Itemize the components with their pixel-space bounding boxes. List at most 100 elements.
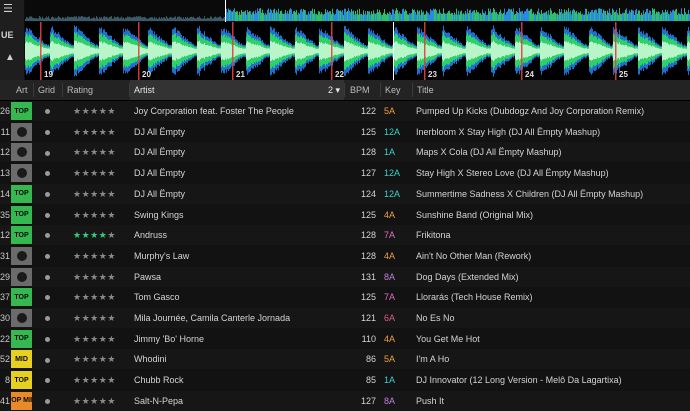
track-row[interactable]: 12 ★★★★★ DJ All Ëmpty 128 1A Maps X Cola (DJ … [0,142,690,163]
key-cell: 4A [384,209,396,220]
rating-stars[interactable]: ★★★★★ [73,287,128,307]
track-row[interactable]: 30 ★★★★★ Mila Journée, Camila Canterle Jor… [0,308,690,328]
bpm-cell: 128 [360,250,376,261]
album-art: TOP [11,288,32,307]
art-cell [11,267,32,286]
artist-cell: DJ All Ëmpty [134,126,186,137]
key-cell: 1A [384,375,396,386]
artist-cell: Swing Kings [134,209,184,220]
rating-stars[interactable]: ★★★★★ [73,122,128,142]
track-number: 26 [0,106,10,116]
bpm-cell: 125 [360,292,376,303]
rating-stars[interactable]: ★★★★★ [73,101,128,121]
track-row[interactable]: 11 ★★★★★ DJ All Ëmpty 125 12A Inerbloom X Sta… [0,121,690,142]
track-row[interactable]: 22 TOP ★★★★★ Jimmy 'Bo' Horne 110 4A You Get M… [0,328,690,349]
track-row[interactable]: 52 MID ★★★★★ Whodini 86 5A I'm A Ho [0,349,690,370]
art-cell [11,122,32,141]
grid-status-icon [42,349,52,369]
track-row[interactable]: 13 ★★★★★ DJ All Ëmpty 127 12A Stay High X Ste… [0,163,690,184]
artist-cell: Andruss [134,230,168,241]
track-number: 12 [0,230,10,241]
art-cell [11,246,32,265]
beat-marker-label: 25 [619,70,628,79]
bpm-cell: 124 [360,188,376,199]
key-cell: 7A [384,292,396,303]
track-row[interactable]: 12 TOP ★★★★★ Andruss 128 7A Frikitona [0,225,690,246]
rating-stars[interactable]: ★★★★★ [73,163,128,183]
track-row[interactable]: 8 TOP ★★★★★ Chubb Rock 85 1A DJ Innovator (12 … [0,370,690,391]
rating-stars[interactable]: ★★★★★ [73,246,128,266]
rating-stars[interactable]: ★★★★★ [73,391,128,411]
title-cell: Maps X Cola (DJ All Ëmpty Mashup) [416,147,562,158]
rating-stars[interactable]: ★★★★★ [73,184,128,204]
grid-status-icon [42,287,52,307]
track-row[interactable]: 41TOP MID ★★★★★ Salt-N-Pepa 127 8A Push It [0,390,690,411]
title-cell: Dog Days (Extended Mix) [416,271,519,282]
rating-stars[interactable]: ★★★★★ [73,370,128,390]
art-cell [11,309,32,327]
track-row[interactable]: 37 TOP ★★★★★ Tom Gasco 125 7A Llorarás (Tech H… [0,287,690,308]
track-number: 37 [0,292,10,303]
album-art-placeholder-icon [11,122,32,141]
track-number: 52 [0,354,10,365]
rating-stars[interactable]: ★★★★★ [73,225,128,245]
column-header-title[interactable]: Title [413,80,690,100]
track-row[interactable]: 26 TOP ★★★★★ Joy Corporation feat. Foster T… [0,101,690,121]
bpm-cell: 128 [360,230,376,241]
column-header-key[interactable]: Key [381,80,415,100]
artist-cell: Mila Journée, Camila Canterle Jornada [134,313,291,323]
rating-stars[interactable]: ★★★★★ [73,142,128,162]
track-number: 8 [4,375,10,386]
rating-stars[interactable]: ★★★★★ [73,329,128,349]
title-cell: Frikitona [416,230,451,241]
art-cell: TOP [11,102,32,120]
key-cell: 12A [384,168,401,179]
deck-menu-icon[interactable]: ☰ [3,2,27,15]
track-number: 14 [0,188,10,199]
album-art-placeholder-icon [11,246,32,265]
rating-stars[interactable]: ★★★★★ [73,349,128,369]
artist-cell: DJ All Ëmpty [134,147,186,158]
title-cell: Push It [416,395,445,406]
track-row[interactable]: 14 TOP ★★★★★ DJ All Ëmpty 124 12A Summertime S… [0,183,690,204]
column-header-artist[interactable]: Artist 2 ▾ [130,80,344,100]
art-cell: TOP [11,288,32,307]
track-browser-table: Art Grid Rating Artist 2 ▾ BPM Key Title… [0,80,690,411]
title-cell: Ain't No Other Man (Rework) [416,250,532,261]
main-waveform[interactable]: 19 20 21 22 23 24 25 [25,22,690,80]
grid-status-icon [42,267,52,287]
track-number: 12 [0,147,10,158]
rating-stars[interactable]: ★★★★★ [73,267,128,287]
artist-cell: DJ All Ëmpty [134,188,186,199]
grid-status-icon [42,329,52,349]
beat-marker-line [521,22,523,80]
bpm-cell: 125 [360,126,376,137]
beat-marker-line [615,22,617,80]
key-cell: 12A [384,188,401,199]
track-number: 22 [0,333,10,344]
column-header-bpm[interactable]: BPM [346,80,380,100]
album-art-placeholder-icon [11,143,32,162]
grid-status-icon [42,246,52,266]
track-overview-waveform[interactable] [25,0,690,22]
album-art: TOP MID [11,391,32,410]
title-cell: DJ Innovator (12 Long Version - Melô Da … [416,375,622,386]
beat-marker-label: 24 [525,70,534,79]
album-art-placeholder-icon [11,309,32,327]
artist-cell: Jimmy 'Bo' Horne [134,333,204,344]
column-header-grid[interactable]: Grid [34,80,64,100]
track-row[interactable]: 31 ★★★★★ Murphy's Law 128 4A Ain't No Other M… [0,245,690,266]
grid-status-icon [42,163,52,183]
key-cell: 4A [384,250,396,261]
grid-status-icon [42,370,52,390]
track-row[interactable]: 29 ★★★★★ Pawsa 131 8A Dog Days (Extended Mix) [0,266,690,287]
album-art-placeholder-icon [11,267,32,286]
grid-status-icon [42,205,52,225]
rating-stars[interactable]: ★★★★★ [73,205,128,225]
column-header-rating[interactable]: Rating [63,80,129,100]
track-row[interactable]: 35 TOP ★★★★★ Swing Kings 125 4A Sunshine Band … [0,204,690,225]
artist-cell: Murphy's Law [134,250,190,261]
rating-stars[interactable]: ★★★★★ [73,308,128,328]
key-cell: 12A [384,126,401,137]
grid-status-icon [42,142,52,162]
